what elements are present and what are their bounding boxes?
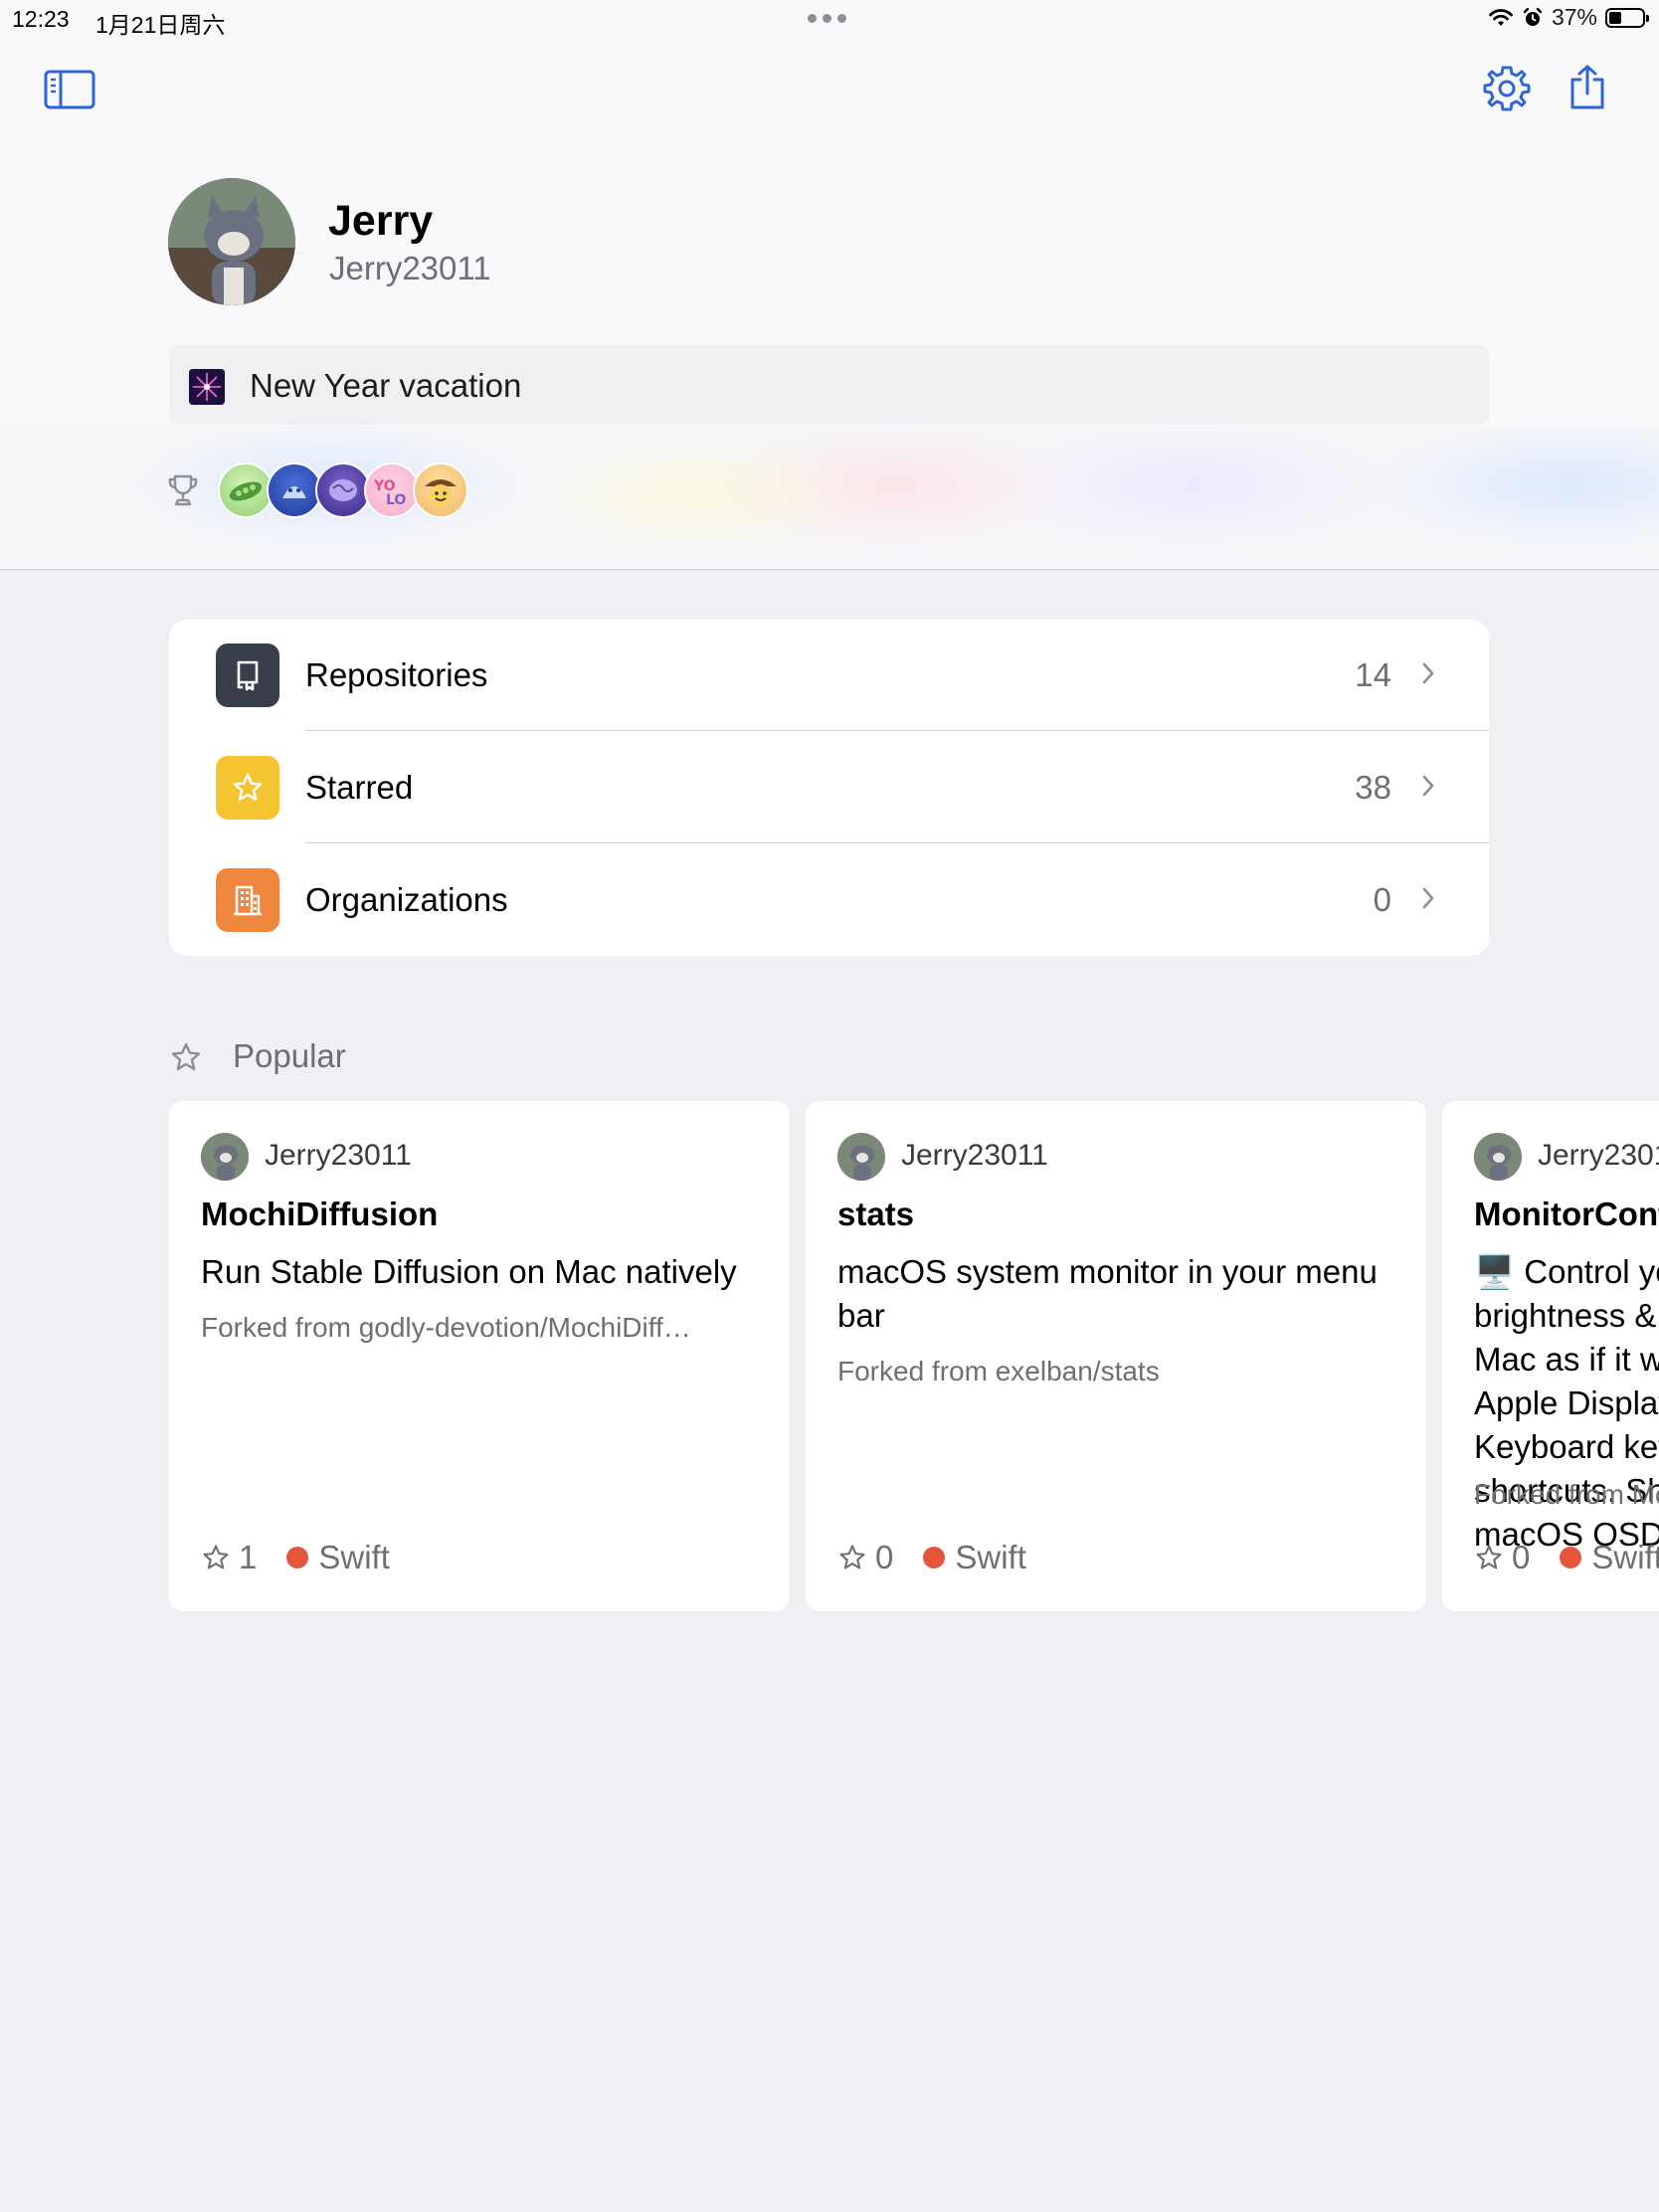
row-label: Repositories: [305, 656, 488, 693]
user-status[interactable]: New Year vacation: [169, 345, 1489, 425]
repo-owner: Jerry23011: [1538, 1139, 1659, 1172]
owner-avatar: [1474, 1133, 1522, 1181]
profile-stats-list: Repositories 14 Starred 38 Organizations…: [169, 620, 1489, 956]
repo-name: MochiDiffusion: [201, 1196, 439, 1232]
chevron-right-icon: [1421, 661, 1435, 690]
star-count: 0: [875, 1539, 894, 1575]
language-color-dot: [286, 1547, 309, 1568]
repo-language: Swift: [955, 1539, 1026, 1575]
status-time: 12:23: [12, 6, 70, 32]
repo-fork-source: Forked from MonitorControl/MonitorContro…: [1474, 1479, 1659, 1510]
owner-avatar: [201, 1133, 249, 1181]
chevron-right-icon: [1421, 774, 1435, 803]
star-outline-icon: [203, 1545, 229, 1569]
status-right: 37%: [1488, 4, 1649, 31]
row-divider: [305, 842, 1489, 843]
repo-footer: 0 Swift: [837, 1539, 1026, 1576]
row-divider: [305, 730, 1489, 731]
settings-button[interactable]: [1482, 64, 1532, 118]
gear-icon: [1483, 66, 1531, 111]
repo-footer: 0 Swift: [1474, 1539, 1659, 1576]
star-outline-icon: [839, 1545, 865, 1569]
share-button[interactable]: [1567, 64, 1607, 116]
popular-heading: Popular: [233, 1037, 346, 1074]
starred-row[interactable]: Starred 38: [169, 732, 1489, 843]
repo-card[interactable]: Jerry23011 MochiDiffusion Run Stable Dif…: [169, 1101, 790, 1611]
star-count: 0: [1512, 1539, 1531, 1575]
repo-language: Swift: [1591, 1539, 1659, 1575]
language-color-dot: [923, 1547, 946, 1568]
row-count: 14: [1355, 656, 1391, 693]
badge-pea-pod[interactable]: [218, 462, 274, 518]
svg-text:LO: LO: [386, 492, 406, 508]
repo-card[interactable]: Jerry23011 MonitorControl 🖥️ Control you…: [1442, 1101, 1659, 1611]
status-date: 1月21日周六: [95, 12, 226, 38]
repo-language: Swift: [318, 1539, 390, 1575]
owner-avatar: [837, 1133, 885, 1181]
tom-cat-illustration: [168, 178, 295, 305]
chevron-right-icon: [1421, 886, 1435, 915]
wifi-icon: [1489, 8, 1513, 26]
repo-description: macOS system monitor in your menu bar: [837, 1253, 1378, 1334]
avatar[interactable]: [168, 178, 295, 305]
repo-name: MonitorControl: [1474, 1196, 1659, 1232]
display-name: Jerry: [328, 197, 434, 245]
status-text: New Year vacation: [250, 367, 522, 404]
language-color-dot: [1560, 1547, 1582, 1568]
repo-card[interactable]: Jerry23011 stats macOS system monitor in…: [806, 1101, 1426, 1611]
badge-yolo[interactable]: YO LO: [364, 462, 420, 518]
alarm-icon: [1523, 7, 1543, 26]
building-icon: [216, 868, 279, 932]
repo-footer: 1 Swift: [201, 1539, 390, 1576]
battery-icon: [1605, 7, 1649, 28]
trophy-icon: [167, 473, 199, 512]
star-count: 1: [239, 1539, 258, 1575]
row-label: Organizations: [305, 881, 508, 918]
repo-name: stats: [837, 1196, 915, 1232]
star-icon: [216, 756, 279, 820]
sidebar-toggle-button[interactable]: [44, 70, 95, 116]
badge-galaxy-brain[interactable]: [315, 462, 371, 518]
row-count: 38: [1355, 769, 1391, 806]
star-outline-icon: [169, 1040, 203, 1079]
battery-percent: 37%: [1551, 4, 1597, 30]
star-outline-icon: [1476, 1545, 1502, 1569]
repo-icon: [216, 644, 279, 707]
repo-fork-source: Forked from exelban/stats: [837, 1356, 1160, 1386]
username: Jerry23011: [329, 250, 491, 286]
repositories-row[interactable]: Repositories 14: [169, 620, 1489, 731]
repo-owner: Jerry23011: [265, 1139, 412, 1172]
badge-shark[interactable]: [267, 462, 322, 518]
share-icon: [1570, 65, 1604, 109]
multitasking-dots-icon[interactable]: [808, 14, 846, 23]
badge-cowboy[interactable]: [413, 462, 468, 518]
repo-fork-source: Forked from godly-devotion/MochiDiff…: [201, 1312, 691, 1343]
row-label: Starred: [305, 769, 414, 806]
repo-description: Run Stable Diffusion on Mac natively: [201, 1253, 737, 1290]
sidebar-icon: [44, 70, 95, 109]
fireworks-emoji-icon: [189, 369, 225, 405]
row-count: 0: [1373, 881, 1391, 918]
header-divider: [0, 569, 1659, 570]
repo-owner: Jerry23011: [901, 1139, 1048, 1172]
organizations-row[interactable]: Organizations 0: [169, 844, 1489, 956]
